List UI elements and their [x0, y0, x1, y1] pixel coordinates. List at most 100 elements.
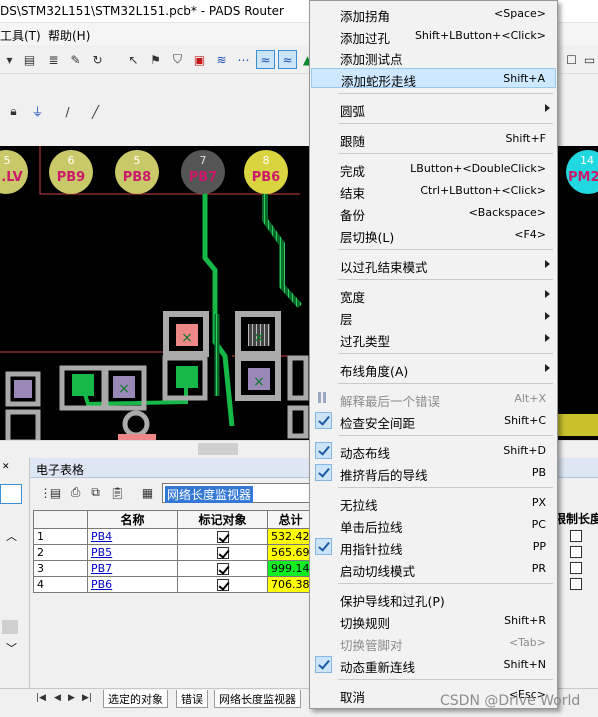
limit-checkbox[interactable] — [570, 561, 582, 574]
bus-route-icon[interactable]: ⋯ — [234, 50, 253, 69]
menu-item-tangent-mode[interactable]: 启动切线模式 PR — [311, 559, 556, 579]
limit-checkbox[interactable] — [570, 577, 582, 590]
menu-item-protect-traces[interactable]: 保护导线和过孔(P) — [311, 589, 556, 609]
check-icon — [315, 656, 332, 673]
menu-item-add-serpentine[interactable]: 添加蛇形走线 Shift+A — [311, 68, 556, 89]
print-icon[interactable]: ⎙ — [66, 483, 85, 502]
pencil-icon[interactable]: ✎ — [66, 50, 85, 69]
menu-item-add-via[interactable]: 添加过孔 Shift+LButton+<Click> — [311, 26, 556, 46]
stop-icon[interactable]: ▣ — [190, 50, 209, 69]
menu-item-pull-after-click[interactable]: 单击后拉线 PC — [311, 515, 556, 535]
monitor-icon[interactable]: ▭ — [580, 50, 598, 69]
panel-dropdown[interactable] — [0, 484, 22, 504]
mark-checkbox[interactable] — [216, 579, 229, 591]
secondary-toolbar: 🔒︎ ⏚ / ╱ — [0, 92, 320, 128]
menu-item-pull-with-pointer[interactable]: 用指针拉线 PP — [311, 537, 556, 557]
mark-checkbox[interactable] — [216, 563, 229, 575]
tab-net-length-monitor[interactable]: 网络长度监视器 — [214, 690, 301, 708]
menu-item-label: 无拉线 — [340, 498, 378, 513]
menu-item-follow[interactable]: 跟随 Shift+F — [311, 129, 556, 149]
menu-separator — [338, 279, 553, 280]
table-row[interactable]: 4 PB6 706.38 — [33, 576, 314, 593]
close-icon[interactable]: ✕ — [2, 462, 10, 472]
menu-item-end-via-mode[interactable]: 以过孔结束模式 — [311, 255, 556, 275]
paste-icon[interactable]: 📋︎ — [108, 483, 127, 502]
menu-item-label: 过孔类型 — [340, 334, 391, 349]
tab-prev-icon[interactable]: ◀ — [54, 693, 61, 703]
menu-item-width[interactable]: 宽度 — [311, 285, 556, 305]
mark-checkbox[interactable] — [216, 547, 229, 559]
mark-cell[interactable] — [177, 544, 268, 561]
diagonal-icon[interactable]: ╱ — [86, 102, 105, 121]
net-name-link[interactable]: PB5 — [87, 544, 178, 561]
tab-errors[interactable]: 错误 — [176, 690, 208, 708]
mark-cell[interactable] — [177, 560, 268, 577]
slash-icon[interactable]: / — [58, 102, 77, 121]
menu-separator — [338, 353, 553, 354]
scroll-thumb[interactable] — [2, 620, 18, 634]
mark-cell[interactable] — [177, 528, 268, 545]
menu-item-check-clearance[interactable]: 检查安全间距 Shift+C — [311, 411, 556, 431]
menu-item-layer-toggle[interactable]: 层切换(L) <F4> — [311, 225, 556, 245]
menu-item-via-type[interactable]: 过孔类型 — [311, 329, 556, 349]
limit-column: 限制长度 — [554, 510, 598, 592]
menu-item-push-traces[interactable]: 推挤背后的导线 PB — [311, 463, 556, 483]
copy-icon[interactable]: ⧉ — [86, 483, 105, 502]
menu-item-dynamic-reconnect[interactable]: 动态重新连线 Shift+N — [311, 655, 556, 675]
tab-selected-objects[interactable]: 选定的对象 — [103, 690, 168, 708]
menu-item-explain-last-error[interactable]: 解释最后一个错误 Alt+X — [311, 389, 556, 409]
via-icon[interactable]: ⏚ — [28, 102, 47, 121]
scroll-down-icon[interactable]: ﹀ — [6, 640, 17, 656]
table-row[interactable]: 2 PB5 565.69 — [33, 544, 314, 561]
table-header-name: 名称 — [87, 510, 178, 529]
menu-item-shortcut: PR — [531, 562, 546, 575]
menu-item-backup[interactable]: 备份 <Backspace> — [311, 203, 556, 223]
filter-icon[interactable]: ⛉ — [168, 50, 187, 69]
tab-next-icon[interactable]: ▶ — [68, 693, 75, 703]
mark-checkbox[interactable] — [216, 531, 229, 543]
chevron-down-icon[interactable]: ▾ — [0, 50, 19, 69]
interactive-route-icon[interactable]: ≈ — [256, 50, 275, 69]
table-icon[interactable]: ▦ — [138, 483, 157, 502]
menu-item-toggle-pin-pair[interactable]: 切换管脚对 <Tab> — [311, 633, 556, 653]
menu-item-add-corner[interactable]: 添加拐角 <Space> — [311, 4, 556, 24]
refresh-icon[interactable]: ↻ — [88, 50, 107, 69]
limit-checkbox[interactable] — [570, 545, 582, 558]
net-name-link[interactable]: PB7 — [87, 560, 178, 577]
menu-item-shortcut: PC — [531, 518, 546, 531]
lock-icon[interactable]: 🔒︎ — [4, 102, 23, 121]
menu-item-toggle-rules[interactable]: 切换规则 Shift+R — [311, 611, 556, 631]
menu-item-dynamic-route[interactable]: 动态布线 Shift+D — [311, 441, 556, 461]
tab-first-icon[interactable]: |◀ — [36, 693, 46, 703]
menu-help[interactable]: 帮助(H) — [48, 27, 90, 44]
menu-item-complete[interactable]: 完成 LButton+<DoubleClick> — [311, 159, 556, 179]
list-icon[interactable]: ≣ — [44, 50, 63, 69]
properties-icon[interactable]: ▤ — [20, 50, 39, 69]
scroll-thumb[interactable] — [198, 443, 238, 455]
select-arrow-icon[interactable]: ↖ — [124, 50, 143, 69]
limit-checkbox[interactable] — [570, 529, 582, 542]
menu-item-layer[interactable]: 层 — [311, 307, 556, 327]
table-row[interactable]: 3 PB7 999.14 — [33, 560, 314, 577]
route-icon[interactable]: ≋ — [212, 50, 231, 69]
menu-separator — [338, 679, 553, 680]
table-row[interactable]: 1 PB4 532.42 — [33, 528, 314, 545]
menu-item-no-pull[interactable]: 无拉线 PX — [311, 493, 556, 513]
scroll-up-icon[interactable]: ︿ — [6, 528, 17, 544]
tab-last-icon[interactable]: ▶| — [82, 693, 92, 703]
menu-separator — [338, 383, 553, 384]
filter-select-icon[interactable]: ⚑ — [146, 50, 165, 69]
menu-item-add-test-point[interactable]: 添加测试点 — [311, 47, 556, 67]
menu-item-arc[interactable]: 圆弧 — [311, 99, 556, 119]
mark-cell[interactable] — [177, 576, 268, 593]
menu-item-end[interactable]: 结束 Ctrl+LButton+<Click> — [311, 181, 556, 201]
menu-separator — [338, 435, 553, 436]
window-icon[interactable]: ☐ — [562, 50, 581, 69]
net-name-link[interactable]: PB6 — [87, 576, 178, 593]
dynamic-route-icon[interactable]: ≈ — [278, 50, 297, 69]
menu-tools[interactable]: 工具(T) — [0, 27, 41, 44]
check-icon — [315, 538, 332, 555]
menu-item-route-angle[interactable]: 布线角度(A) — [311, 359, 556, 379]
properties-icon[interactable]: ▤ — [46, 483, 65, 502]
net-name-link[interactable]: PB4 — [87, 528, 178, 545]
